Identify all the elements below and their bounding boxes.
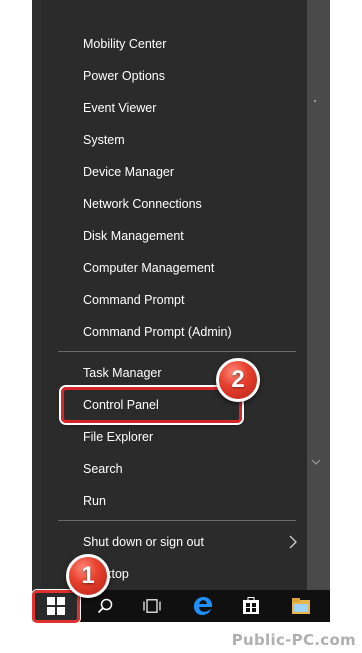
desktop-dot (314, 100, 316, 102)
task-view-icon (143, 599, 161, 613)
step-badge-2: 2 (216, 358, 260, 402)
menu-item-event-viewer[interactable]: Event Viewer (83, 94, 156, 122)
store-icon (243, 597, 259, 614)
chevron-down-icon (311, 459, 321, 465)
control-panel-highlight (61, 387, 242, 423)
task-view-button[interactable] (137, 590, 167, 622)
desktop-edge (32, 0, 42, 590)
menu-item-mobility-center[interactable]: Mobility Center (83, 30, 166, 58)
menu-item-power-options[interactable]: Power Options (83, 62, 165, 90)
menu-item-device-manager[interactable]: Device Manager (83, 158, 174, 186)
file-explorer-icon (292, 598, 310, 614)
menu-item-disk-management[interactable]: Disk Management (83, 222, 184, 250)
store-button[interactable] (236, 590, 266, 622)
search-icon (97, 598, 113, 614)
chevron-right-icon (289, 535, 297, 549)
menu-item-system[interactable]: System (83, 126, 125, 154)
menu-item-computer-management[interactable]: Computer Management (83, 254, 214, 282)
menu-item-shut-down[interactable]: Shut down or sign out (83, 528, 204, 556)
edge-button[interactable] (188, 590, 218, 622)
menu-item-command-prompt-admin[interactable]: Command Prompt (Admin) (83, 318, 232, 346)
menu-item-file-explorer[interactable]: File Explorer (83, 423, 153, 451)
watermark: Public-PC.com (231, 631, 356, 649)
menu-separator (58, 351, 296, 352)
menu-item-network-connections[interactable]: Network Connections (83, 190, 202, 218)
start-button-highlight (32, 590, 80, 623)
step-badge-1: 1 (66, 554, 110, 598)
power-user-menu: Mobility Center Power Options Event View… (42, 0, 307, 590)
desktop-background (307, 0, 330, 590)
menu-item-task-manager[interactable]: Task Manager (83, 359, 162, 387)
menu-item-search[interactable]: Search (83, 455, 123, 483)
menu-separator (58, 520, 296, 521)
menu-item-command-prompt[interactable]: Command Prompt (83, 286, 184, 314)
menu-item-run[interactable]: Run (83, 487, 106, 515)
file-explorer-button[interactable] (286, 590, 316, 622)
edge-icon (194, 597, 212, 615)
